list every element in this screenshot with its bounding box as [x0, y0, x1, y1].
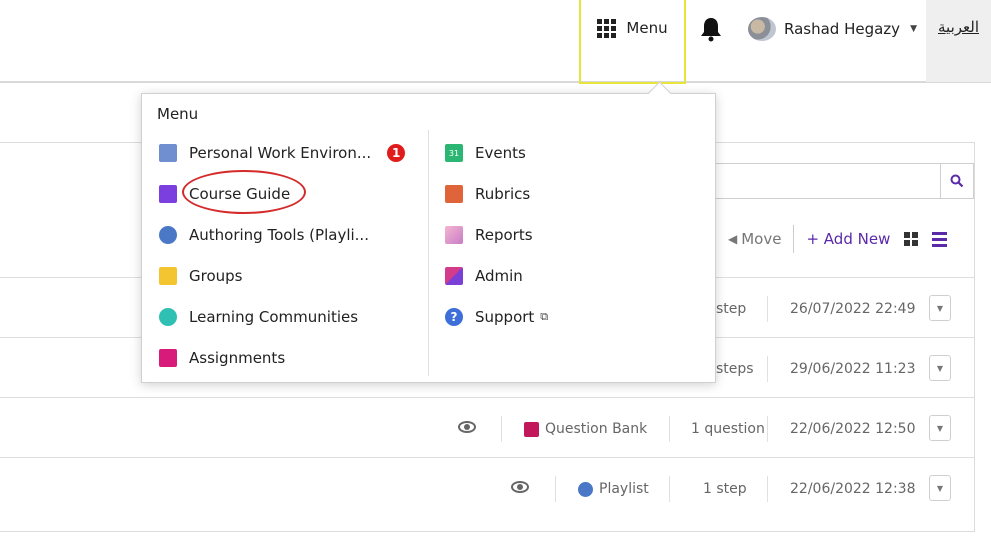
menu-button-label: Menu	[626, 19, 668, 37]
rubrics-icon	[445, 185, 463, 203]
search-button[interactable]	[940, 163, 974, 199]
caret-down-icon: ▼	[910, 24, 917, 34]
row-type: Question Bank	[524, 418, 647, 440]
top-bar: Menu Rashad Hegazy ▼ العربية	[0, 0, 991, 84]
language-link[interactable]: العربية	[938, 18, 979, 36]
row-count: step	[716, 301, 747, 317]
menu-item-assignments[interactable]: Assignments	[159, 346, 285, 370]
menu-button[interactable]: Menu	[579, 0, 686, 84]
admin-icon	[445, 267, 463, 285]
notification-badge: 1	[387, 144, 406, 162]
menu-item-label: Authoring Tools (Playli...	[189, 226, 369, 244]
arrow-left-icon: ◀	[728, 232, 738, 246]
row-type-label: Question Bank	[545, 421, 648, 437]
move-button[interactable]: ◀ Move	[728, 225, 795, 253]
row-actions-dropdown[interactable]: ▼	[929, 415, 951, 441]
menu-item-learning-communities[interactable]: Learning Communities	[159, 305, 358, 329]
menu-item-personal-work-environment[interactable]: Personal Work Environ... 1	[159, 141, 406, 165]
authoring-tools-icon	[159, 226, 177, 244]
row-count: 1 question	[691, 421, 765, 437]
row-actions-dropdown[interactable]: ▼	[929, 475, 951, 501]
table-row[interactable]: Playlist 1 step 22/06/2022 12:38 ▼	[0, 457, 975, 517]
row-type: Playlist	[578, 478, 649, 500]
external-link-icon: ⧉	[540, 310, 549, 323]
menu-title: Menu	[157, 105, 199, 123]
menu-item-label: Admin	[475, 267, 523, 285]
row-actions-dropdown[interactable]: ▼	[929, 295, 951, 321]
assignments-icon	[159, 349, 177, 367]
menu-item-label: Learning Communities	[189, 308, 359, 326]
avatar	[748, 17, 776, 41]
menu-item-groups[interactable]: Groups	[159, 264, 242, 288]
row-date: 22/06/2022 12:50	[790, 421, 916, 437]
row-date: 29/06/2022 11:23	[790, 361, 916, 377]
groups-icon	[159, 267, 177, 285]
course-guide-icon	[159, 185, 177, 203]
row-date: 22/06/2022 12:38	[790, 481, 916, 497]
menu-item-admin[interactable]: Admin	[445, 264, 523, 288]
personal-environment-icon	[159, 144, 177, 162]
row-date: 26/07/2022 22:49	[790, 301, 916, 317]
eye-icon[interactable]	[511, 481, 529, 493]
move-label: Move	[741, 230, 782, 248]
menu-item-authoring-tools[interactable]: Authoring Tools (Playli...	[159, 223, 369, 247]
list-view-icon[interactable]	[932, 231, 948, 247]
question-bank-icon	[524, 421, 539, 437]
row-type-label: Playlist	[599, 481, 649, 497]
user-name: Rashad Hegazy	[784, 20, 901, 38]
table-row[interactable]: Question Bank 1 question 22/06/2022 12:5…	[0, 397, 975, 457]
row-count: steps	[716, 361, 754, 377]
menu-item-support[interactable]: ? Support ⧉	[445, 305, 548, 329]
add-new-button[interactable]: + Add New	[794, 230, 904, 248]
menu-item-label: Personal Work Environ...	[189, 144, 372, 162]
menu-item-label: Support	[475, 308, 535, 326]
notifications-bell-icon[interactable]	[700, 16, 722, 42]
apps-grid-icon	[597, 18, 617, 38]
row-actions-dropdown[interactable]: ▼	[929, 355, 951, 381]
menu-item-label: Groups	[189, 267, 243, 285]
menu-divider	[428, 130, 429, 376]
help-icon: ?	[445, 308, 463, 326]
learning-communities-icon	[159, 308, 177, 326]
content-toolbar: ◀ Move + Add New	[728, 224, 948, 254]
menu-item-course-guide[interactable]: Course Guide	[159, 182, 290, 206]
search-icon	[950, 174, 964, 188]
menu-item-label: Rubrics	[475, 185, 531, 203]
playlist-icon	[578, 481, 593, 497]
menu-item-label: Events	[475, 144, 526, 162]
grid-view-icon[interactable]	[904, 232, 919, 246]
menu-item-label: Course Guide	[189, 185, 291, 203]
calendar-icon: 31	[445, 144, 463, 162]
menu-item-rubrics[interactable]: Rubrics	[445, 182, 530, 206]
eye-icon[interactable]	[458, 421, 476, 433]
language-switcher: العربية	[926, 0, 991, 82]
user-menu[interactable]: Rashad Hegazy ▼	[748, 16, 917, 42]
main-menu-dropdown: Menu Personal Work Environ... 1 Course G…	[141, 93, 716, 383]
menu-item-reports[interactable]: Reports	[445, 223, 533, 247]
row-count: 1 step	[703, 481, 747, 497]
reports-icon	[445, 226, 463, 244]
menu-item-label: Reports	[475, 226, 533, 244]
menu-item-events[interactable]: 31 Events	[445, 141, 526, 165]
menu-item-label: Assignments	[189, 349, 286, 367]
